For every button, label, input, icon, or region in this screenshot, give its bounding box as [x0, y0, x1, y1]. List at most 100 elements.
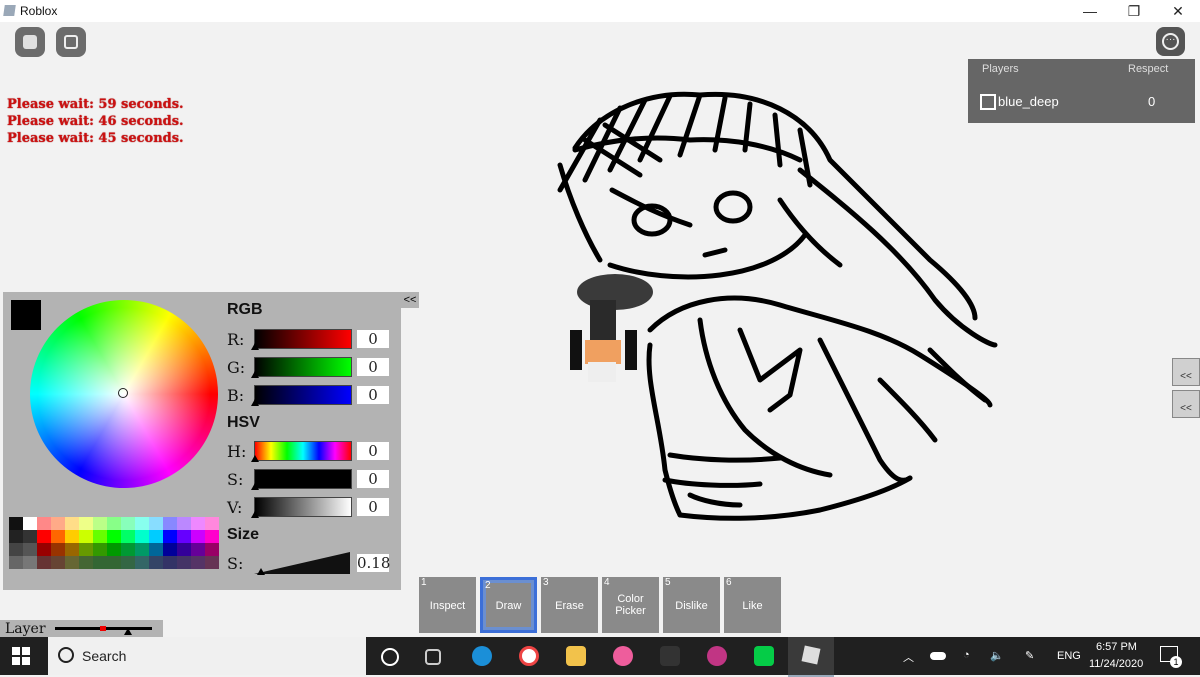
collapse-panel-button[interactable]: <<: [401, 292, 419, 308]
tool-draw[interactable]: 2 Draw: [480, 577, 537, 633]
onedrive-icon[interactable]: [930, 652, 946, 660]
clock-time[interactable]: 6:57 PM: [1096, 641, 1137, 653]
palette-swatch[interactable]: [65, 543, 79, 556]
tray-chevron-icon[interactable]: ︿: [903, 649, 914, 665]
palette-swatch[interactable]: [23, 543, 37, 556]
tool-like[interactable]: 6 Like: [724, 577, 781, 633]
palette-swatch[interactable]: [107, 556, 121, 569]
save-icon[interactable]: <<: [1172, 390, 1200, 418]
palette-swatch[interactable]: [93, 517, 107, 530]
minimize-button[interactable]: —: [1068, 0, 1112, 22]
file-explorer-icon[interactable]: [566, 646, 586, 666]
palette-swatch[interactable]: [135, 543, 149, 556]
palette-swatch[interactable]: [107, 543, 121, 556]
tool-dislike[interactable]: 5 Dislike: [663, 577, 720, 633]
r-slider-handle[interactable]: [251, 343, 259, 350]
instagram-icon[interactable]: [707, 646, 727, 666]
palette-swatch[interactable]: [9, 556, 23, 569]
tool-erase[interactable]: 3 Erase: [541, 577, 598, 633]
palette-swatch[interactable]: [163, 543, 177, 556]
chat-button[interactable]: [56, 27, 86, 57]
more-options-button[interactable]: ···: [1156, 27, 1185, 56]
palette-swatch[interactable]: [107, 530, 121, 543]
palette-swatch[interactable]: [205, 517, 219, 530]
r-value-input[interactable]: 0: [357, 330, 389, 348]
wifi-icon[interactable]: ◔: [963, 649, 970, 661]
palette-swatch[interactable]: [149, 517, 163, 530]
palette-swatch[interactable]: [79, 517, 93, 530]
size-slider[interactable]: [254, 552, 350, 574]
v-slider[interactable]: [254, 497, 352, 517]
palette-swatch[interactable]: [191, 530, 205, 543]
palette-swatch[interactable]: [79, 530, 93, 543]
b-slider[interactable]: [254, 385, 352, 405]
color-wheel-cursor[interactable]: [118, 388, 128, 398]
palette-swatch[interactable]: [51, 556, 65, 569]
task-view-icon[interactable]: [425, 649, 441, 665]
s-slider-handle[interactable]: [251, 483, 259, 490]
palette-swatch[interactable]: [163, 517, 177, 530]
palette-swatch[interactable]: [191, 556, 205, 569]
palette-swatch[interactable]: [37, 543, 51, 556]
g-slider-handle[interactable]: [251, 371, 259, 378]
pen-icon[interactable]: ✎: [1025, 649, 1034, 662]
roblox-menu-button[interactable]: [15, 27, 45, 57]
color-palette[interactable]: [9, 517, 219, 569]
close-button[interactable]: ✕: [1156, 0, 1200, 22]
palette-swatch[interactable]: [149, 530, 163, 543]
palette-swatch[interactable]: [135, 517, 149, 530]
size-slider-handle[interactable]: [257, 568, 265, 575]
h-slider-handle[interactable]: [251, 455, 259, 462]
b-slider-handle[interactable]: [251, 399, 259, 406]
palette-swatch[interactable]: [121, 517, 135, 530]
palette-swatch[interactable]: [37, 517, 51, 530]
tool-color-picker[interactable]: 4 Color Picker: [602, 577, 659, 633]
palette-swatch[interactable]: [79, 543, 93, 556]
palette-swatch[interactable]: [135, 556, 149, 569]
palette-swatch[interactable]: [65, 530, 79, 543]
palette-swatch[interactable]: [163, 556, 177, 569]
palette-swatch[interactable]: [79, 556, 93, 569]
palette-swatch[interactable]: [37, 556, 51, 569]
r-slider[interactable]: [254, 329, 352, 349]
palette-swatch[interactable]: [23, 530, 37, 543]
restore-button[interactable]: ❐: [1112, 0, 1156, 22]
palette-swatch[interactable]: [9, 517, 23, 530]
osu-icon[interactable]: [613, 646, 633, 666]
v-value-input[interactable]: 0: [357, 498, 389, 516]
palette-swatch[interactable]: [121, 543, 135, 556]
s-slider[interactable]: [254, 469, 352, 489]
palette-swatch[interactable]: [205, 556, 219, 569]
windows-start-icon[interactable]: [12, 647, 30, 665]
taskbar-search[interactable]: Search: [48, 637, 366, 675]
palette-swatch[interactable]: [149, 543, 163, 556]
palette-swatch[interactable]: [191, 543, 205, 556]
palette-swatch[interactable]: [177, 517, 191, 530]
palette-swatch[interactable]: [51, 517, 65, 530]
palette-swatch[interactable]: [37, 530, 51, 543]
palette-swatch[interactable]: [107, 517, 121, 530]
roblox-taskbar-button[interactable]: [788, 637, 834, 677]
palette-swatch[interactable]: [65, 517, 79, 530]
v-slider-handle[interactable]: [251, 511, 259, 518]
h-value-input[interactable]: 0: [357, 442, 389, 460]
layer-slider-handle[interactable]: [124, 628, 132, 635]
palette-swatch[interactable]: [205, 530, 219, 543]
palette-swatch[interactable]: [205, 543, 219, 556]
player-name[interactable]: blue_deep: [998, 94, 1059, 109]
palette-swatch[interactable]: [93, 543, 107, 556]
b-value-input[interactable]: 0: [357, 386, 389, 404]
tool-inspect[interactable]: 1 Inspect: [419, 577, 476, 633]
palette-swatch[interactable]: [93, 556, 107, 569]
cortana-icon[interactable]: [381, 648, 399, 666]
language-indicator[interactable]: ENG: [1057, 650, 1081, 662]
palette-swatch[interactable]: [135, 530, 149, 543]
palette-swatch[interactable]: [177, 556, 191, 569]
palette-swatch[interactable]: [191, 517, 205, 530]
h-slider[interactable]: [254, 441, 352, 461]
player-avatar[interactable]: [570, 274, 653, 382]
deviantart-icon[interactable]: [754, 646, 774, 666]
palette-swatch[interactable]: [9, 543, 23, 556]
chrome-icon[interactable]: [519, 646, 539, 666]
palette-swatch[interactable]: [51, 543, 65, 556]
